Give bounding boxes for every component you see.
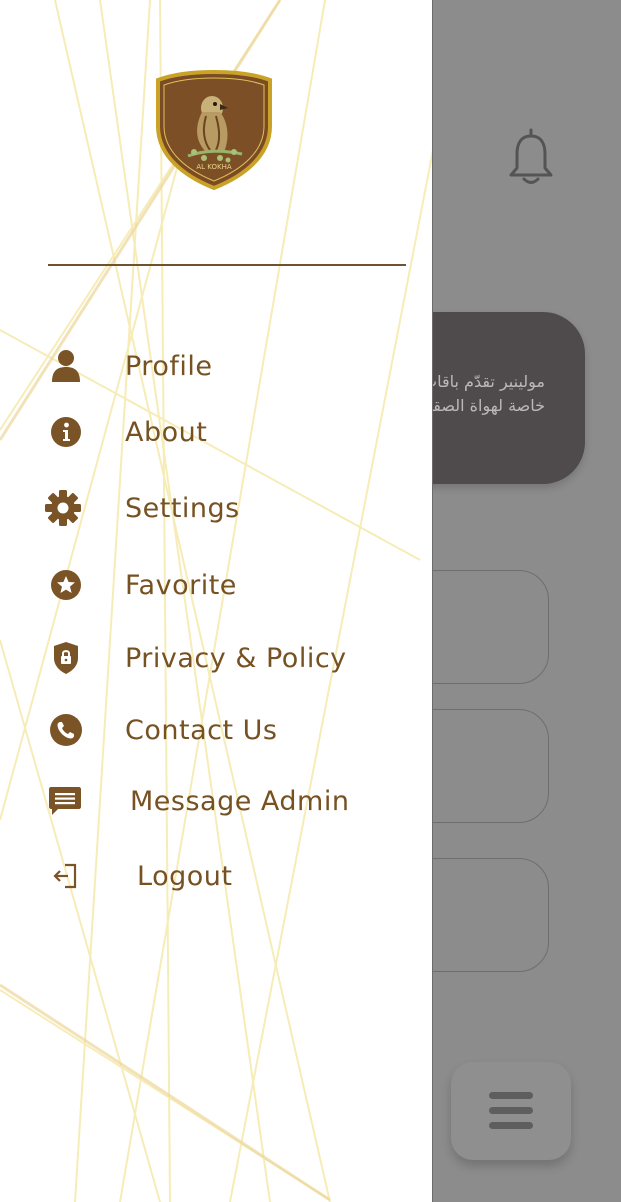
menu-label-settings: Settings — [125, 493, 240, 524]
logout-icon — [46, 861, 86, 891]
menu-item-about[interactable]: About — [0, 409, 432, 455]
menu-label-message-admin: Message Admin — [130, 786, 350, 817]
menu-item-logout[interactable]: Logout — [0, 853, 432, 899]
hamburger-bar — [489, 1122, 533, 1129]
hamburger-bar — [489, 1092, 533, 1099]
menu-label-favorite: Favorite — [125, 570, 237, 601]
logo-text: AL KOKHA — [196, 163, 231, 171]
person-icon — [46, 350, 86, 382]
menu-item-settings[interactable]: Settings — [0, 485, 432, 531]
menu-label-privacy-policy: Privacy & Policy — [125, 643, 347, 674]
info-icon — [46, 417, 86, 447]
menu-item-profile[interactable]: Profile — [0, 343, 432, 389]
menu-fab[interactable] — [451, 1062, 571, 1160]
menu-label-contact-us: Contact Us — [125, 715, 278, 746]
falcon-logo: AL KOKHA — [156, 69, 272, 190]
star-icon — [46, 570, 86, 600]
menu-item-contact-us[interactable]: Contact Us — [0, 707, 432, 753]
menu-label-about: About — [125, 417, 208, 448]
menu-item-privacy-policy[interactable]: Privacy & Policy — [0, 635, 432, 681]
screen: مولينير تقدّم باقات خاصة لهواة الصقور AL… — [0, 0, 621, 1202]
menu-label-profile: Profile — [125, 351, 213, 382]
gear-icon — [43, 490, 83, 526]
navigation-drawer: AL KOKHA Profile About Settings Favorite… — [0, 0, 433, 1202]
hamburger-bar — [489, 1107, 533, 1114]
menu-item-favorite[interactable]: Favorite — [0, 562, 432, 608]
phone-icon — [46, 714, 86, 746]
drawer-divider — [48, 264, 406, 266]
bell-icon[interactable] — [507, 128, 555, 188]
menu-label-logout: Logout — [137, 861, 233, 892]
shield-lock-icon — [46, 642, 86, 674]
menu-item-message-admin[interactable]: Message Admin — [0, 778, 432, 824]
message-icon — [45, 786, 85, 816]
